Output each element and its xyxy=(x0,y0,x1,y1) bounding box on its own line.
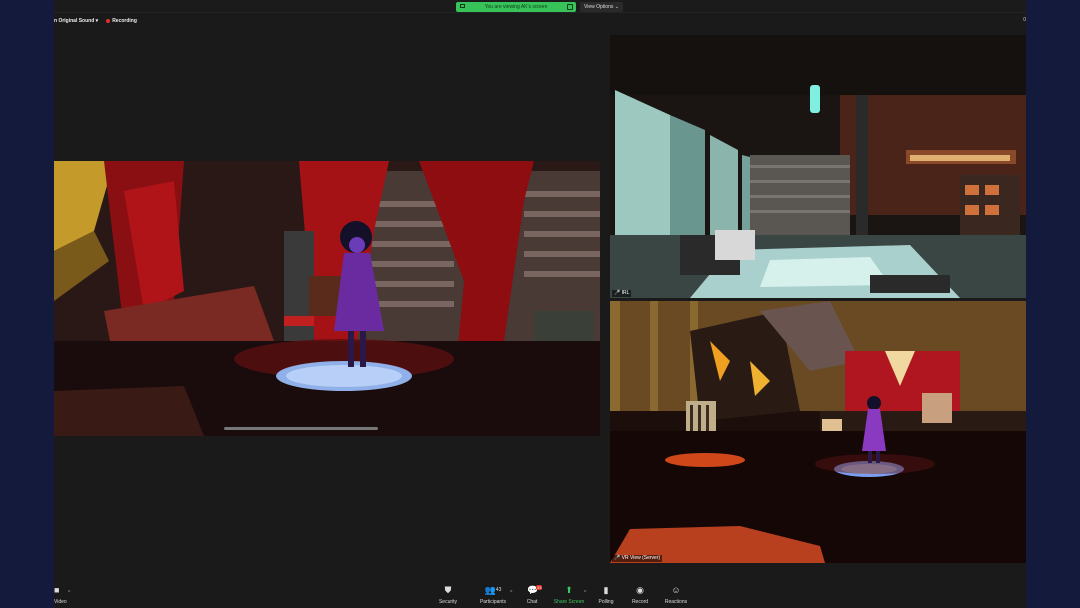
vr-tile-label: 🎤 VR View (Server) xyxy=(612,555,663,562)
original-sound-toggle[interactable]: n Original Sound ▾ xyxy=(54,17,98,25)
irl-video-tile[interactable]: 🎤 IRL xyxy=(610,35,1026,298)
video-icon: ■ xyxy=(54,585,60,595)
irl-warehouse-scene xyxy=(610,35,1026,298)
main-shared-video[interactable] xyxy=(54,161,600,436)
status-row: n Original Sound ▾ Recording xyxy=(54,17,137,25)
reactions-icon: ☺ xyxy=(671,585,681,595)
right-margin xyxy=(1026,0,1080,608)
vr-view-video-tile[interactable]: 🎤 VR View (Server) xyxy=(610,301,1026,563)
vr-stage-scene xyxy=(54,161,600,436)
shield-icon: ⛊ xyxy=(444,585,452,595)
polling-icon: ▮ xyxy=(603,585,609,595)
top-bar: You are viewing AK's screen View Options… xyxy=(54,0,1026,13)
stop-share-icon[interactable] xyxy=(567,4,573,10)
left-margin xyxy=(0,0,54,608)
view-options-button[interactable]: View Options ⌄ xyxy=(580,2,623,12)
chevron-down-icon[interactable]: ▾ xyxy=(96,18,99,24)
video-button[interactable]: ■ Video ^ xyxy=(54,585,70,606)
irl-tile-label: 🎤 IRL xyxy=(612,290,632,297)
corner-indicator: 0 xyxy=(1023,17,1026,23)
monitor-icon xyxy=(460,4,465,8)
security-button[interactable]: ⛊ Security xyxy=(426,585,470,606)
share-banner[interactable]: You are viewing AK's screen xyxy=(456,2,576,12)
share-screen-icon: ⬆ xyxy=(565,585,573,595)
participants-icon: 👥43 xyxy=(484,585,502,595)
zoom-window: You are viewing AK's screen View Options… xyxy=(54,0,1026,608)
share-banner-text: You are viewing AK's screen xyxy=(484,4,548,10)
record-dot-icon xyxy=(106,18,111,23)
record-icon: ◉ xyxy=(636,585,644,595)
vr-view-scene xyxy=(610,301,1026,563)
chat-badge: 33 xyxy=(536,585,543,590)
meeting-toolbar: ■ Video ^ ⛊ Security 👥43 Participants ^ … xyxy=(54,583,1026,608)
reactions-button[interactable]: ☺ Reactions xyxy=(654,585,698,606)
video-caret-icon[interactable]: ^ xyxy=(68,590,70,596)
recording-indicator: Recording xyxy=(106,17,137,25)
